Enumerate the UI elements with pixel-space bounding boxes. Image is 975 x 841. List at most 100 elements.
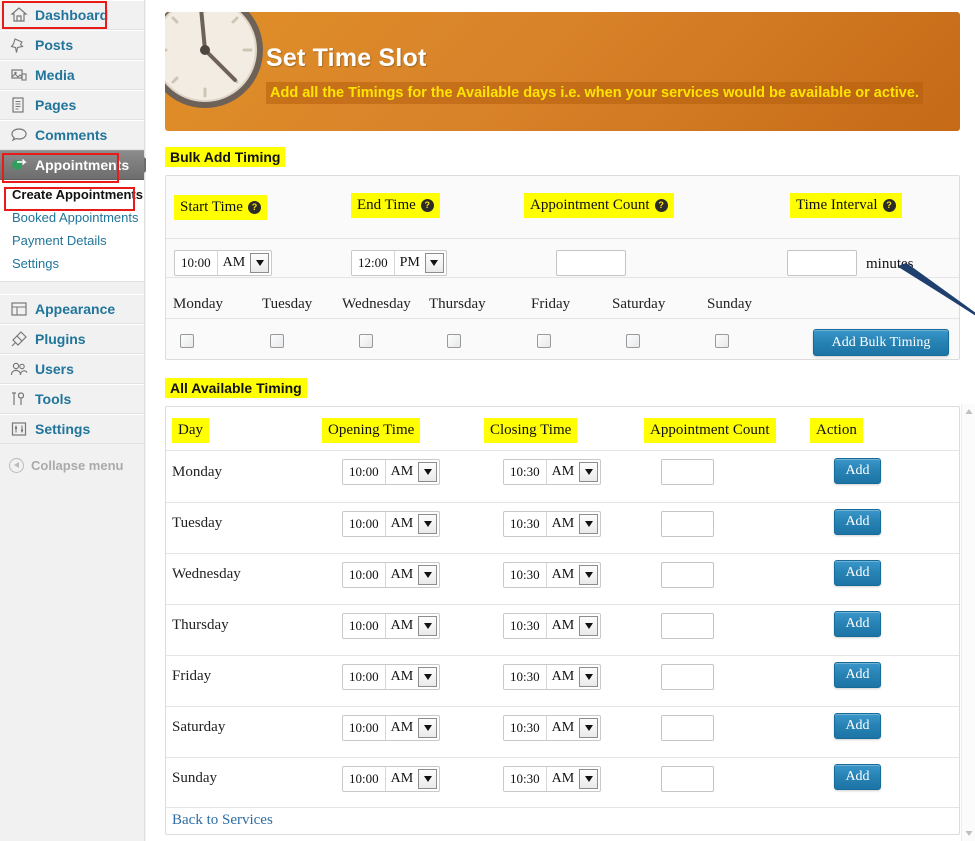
bulk-day-checkbox-thursday[interactable] bbox=[447, 334, 461, 348]
collapse-menu-button[interactable]: Collapse menu bbox=[0, 450, 144, 480]
appointment-count-input[interactable] bbox=[661, 613, 714, 639]
table-vertical-scrollbar[interactable] bbox=[961, 404, 975, 841]
bulk-appointment-count-input[interactable] bbox=[556, 250, 626, 276]
chevron-down-icon[interactable] bbox=[579, 718, 599, 738]
sidebar-item-pages[interactable]: Pages bbox=[0, 90, 144, 120]
opening-time-input[interactable]: 10:00 AM bbox=[342, 766, 441, 792]
help-icon[interactable]: ? bbox=[654, 199, 668, 212]
chevron-down-icon[interactable] bbox=[579, 616, 599, 636]
opening-time-value[interactable]: 10:00 bbox=[343, 716, 386, 740]
submenu-item-payment-details[interactable]: Payment Details bbox=[0, 229, 144, 252]
opening-time-value[interactable]: 10:00 bbox=[343, 767, 386, 791]
submenu-item-settings[interactable]: Settings bbox=[0, 252, 144, 275]
help-icon[interactable]: ? bbox=[420, 199, 434, 212]
submenu-item-booked-appointments[interactable]: Booked Appointments bbox=[0, 206, 144, 229]
scroll-up-icon[interactable] bbox=[965, 408, 973, 416]
bulk-day-checkbox-friday[interactable] bbox=[537, 334, 551, 348]
opening-time-input[interactable]: 10:00 AM bbox=[342, 562, 441, 588]
bulk-end-time-input[interactable]: 12:00 PM bbox=[351, 250, 447, 276]
bulk-start-time-input[interactable]: 10:00 AM bbox=[174, 250, 273, 276]
bulk-day-checkbox-wednesday[interactable] bbox=[359, 334, 373, 348]
row-add-button[interactable]: Add bbox=[834, 458, 881, 484]
back-to-services-link[interactable]: Back to Services bbox=[172, 812, 273, 829]
submenu-item-create-appointments[interactable]: Create Appointments bbox=[0, 183, 144, 206]
sidebar-item-posts[interactable]: Posts bbox=[0, 30, 144, 60]
header-label: Appointment Count bbox=[530, 197, 650, 213]
closing-time-value[interactable]: 10:30 bbox=[504, 767, 547, 791]
appointment-count-input[interactable] bbox=[661, 715, 714, 741]
opening-time-value[interactable]: 10:00 bbox=[343, 512, 386, 536]
closing-time-input[interactable]: 10:30 AM bbox=[503, 613, 602, 639]
closing-time-value[interactable]: 10:30 bbox=[504, 460, 547, 484]
chevron-down-icon[interactable] bbox=[418, 462, 438, 482]
row-add-button[interactable]: Add bbox=[834, 560, 881, 586]
opening-time-input[interactable]: 10:00 AM bbox=[342, 459, 441, 485]
chevron-down-icon[interactable] bbox=[579, 514, 599, 534]
scroll-down-icon[interactable] bbox=[965, 829, 973, 837]
closing-time-value[interactable]: 10:30 bbox=[504, 512, 547, 536]
opening-time-value[interactable]: 10:00 bbox=[343, 614, 386, 638]
appointment-count-input[interactable] bbox=[661, 664, 714, 690]
row-add-button[interactable]: Add bbox=[834, 764, 881, 790]
sidebar-item-media[interactable]: Media bbox=[0, 60, 144, 90]
opening-time-value[interactable]: 10:00 bbox=[343, 563, 386, 587]
bulk-time-interval-input[interactable] bbox=[787, 250, 857, 276]
sidebar-item-plugins[interactable]: Plugins bbox=[0, 324, 144, 354]
sidebar-item-comments[interactable]: Comments bbox=[0, 120, 144, 150]
opening-time-input[interactable]: 10:00 AM bbox=[342, 511, 441, 537]
sidebar-item-label: Posts bbox=[35, 37, 74, 53]
closing-time-input[interactable]: 10:30 AM bbox=[503, 715, 602, 741]
chevron-down-icon[interactable] bbox=[418, 718, 438, 738]
sidebar-item-appointments[interactable]: Appointments bbox=[0, 150, 153, 180]
closing-time-value[interactable]: 10:30 bbox=[504, 665, 547, 689]
closing-time-value[interactable]: 10:30 bbox=[504, 614, 547, 638]
row-add-button[interactable]: Add bbox=[834, 509, 881, 535]
row-add-button[interactable]: Add bbox=[834, 662, 881, 688]
appointment-count-input[interactable] bbox=[661, 562, 714, 588]
closing-time-input[interactable]: 10:30 AM bbox=[503, 766, 602, 792]
sidebar-item-settings[interactable]: Settings bbox=[0, 414, 144, 444]
bulk-day-checkbox-monday[interactable] bbox=[180, 334, 194, 348]
closing-time-value[interactable]: 10:30 bbox=[504, 563, 547, 587]
bulk-day-checkbox-tuesday[interactable] bbox=[270, 334, 284, 348]
chevron-down-icon[interactable] bbox=[579, 565, 599, 585]
sidebar-item-tools[interactable]: Tools bbox=[0, 384, 144, 414]
opening-time-value[interactable]: 10:00 bbox=[343, 460, 386, 484]
chevron-down-icon[interactable] bbox=[579, 667, 599, 687]
appointment-count-input[interactable] bbox=[661, 459, 714, 485]
chevron-down-icon[interactable] bbox=[424, 253, 444, 273]
help-icon[interactable]: ? bbox=[247, 201, 261, 214]
start-time-value[interactable]: 10:00 bbox=[175, 251, 218, 275]
opening-time-input[interactable]: 10:00 AM bbox=[342, 715, 441, 741]
chevron-down-icon[interactable] bbox=[418, 616, 438, 636]
closing-time-input[interactable]: 10:30 AM bbox=[503, 511, 602, 537]
sidebar-item-appearance[interactable]: Appearance bbox=[0, 294, 144, 324]
end-time-value[interactable]: 12:00 bbox=[352, 251, 395, 275]
chevron-down-icon[interactable] bbox=[250, 253, 270, 273]
closing-time-value[interactable]: 10:30 bbox=[504, 716, 547, 740]
chevron-down-icon[interactable] bbox=[418, 514, 438, 534]
closing-time-input[interactable]: 10:30 AM bbox=[503, 562, 602, 588]
sidebar-item-users[interactable]: Users bbox=[0, 354, 144, 384]
opening-time-input[interactable]: 10:00 AM bbox=[342, 664, 441, 690]
chevron-down-icon[interactable] bbox=[418, 667, 438, 687]
row-add-button[interactable]: Add bbox=[834, 611, 881, 637]
add-bulk-timing-button[interactable]: Add Bulk Timing bbox=[813, 329, 949, 356]
available-header-opening-time: Opening Time bbox=[322, 418, 421, 443]
opening-time-value[interactable]: 10:00 bbox=[343, 665, 386, 689]
media-icon bbox=[9, 65, 29, 85]
row-add-button[interactable]: Add bbox=[834, 713, 881, 739]
opening-time-input[interactable]: 10:00 AM bbox=[342, 613, 441, 639]
appointment-count-input[interactable] bbox=[661, 766, 714, 792]
sidebar-item-dashboard[interactable]: Dashboard bbox=[0, 0, 144, 30]
chevron-down-icon[interactable] bbox=[418, 769, 438, 789]
help-icon[interactable]: ? bbox=[882, 199, 896, 212]
bulk-day-checkbox-saturday[interactable] bbox=[626, 334, 640, 348]
appointment-count-input[interactable] bbox=[661, 511, 714, 537]
closing-time-input[interactable]: 10:30 AM bbox=[503, 664, 602, 690]
chevron-down-icon[interactable] bbox=[579, 769, 599, 789]
chevron-down-icon[interactable] bbox=[418, 565, 438, 585]
bulk-day-checkbox-sunday[interactable] bbox=[715, 334, 729, 348]
closing-time-input[interactable]: 10:30 AM bbox=[503, 459, 602, 485]
chevron-down-icon[interactable] bbox=[579, 462, 599, 482]
